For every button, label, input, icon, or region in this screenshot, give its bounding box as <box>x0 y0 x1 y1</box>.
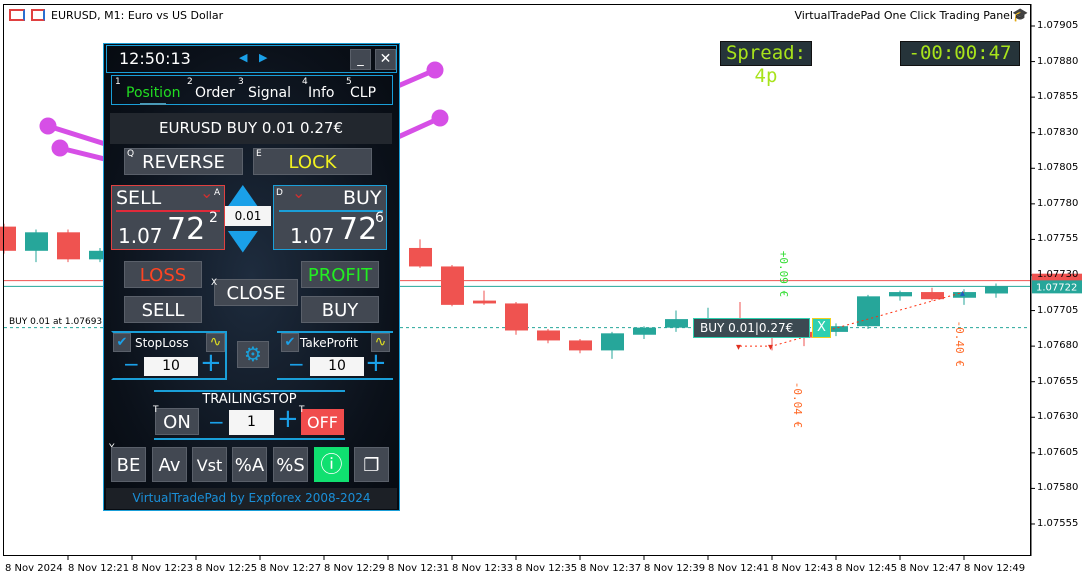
buy-label: BUY <box>343 187 382 209</box>
tab-position[interactable]: Position <box>126 85 181 101</box>
average-button[interactable]: Av <box>152 447 187 482</box>
takeprofit-input[interactable]: 10 <box>310 357 364 376</box>
takeprofit-checkbox[interactable]: ✔ <box>281 333 299 352</box>
stoploss-label: StopLoss <box>135 336 189 350</box>
tab-bar: 1 Position 2 Order 3 Signal 4 Info 5 CLP <box>111 75 393 105</box>
info-icon[interactable]: ⓘ <box>314 447 349 482</box>
sell-price-button[interactable]: SELL ⌄ A 1.07 72 2 <box>111 183 225 250</box>
vst-button[interactable]: Vst <box>192 447 227 482</box>
hotkey-t: T <box>153 405 159 415</box>
hotkey-a: A <box>214 188 221 198</box>
reverse-button[interactable]: REVERSE <box>124 148 243 175</box>
minimize-button[interactable]: _ <box>350 49 371 70</box>
lock-button[interactable]: LOCK <box>253 148 372 175</box>
tab-hotkey: 4 <box>302 77 308 87</box>
tab-hotkey: 3 <box>238 77 244 87</box>
sell-price-point: 2 <box>209 210 218 226</box>
trailing-plus-button[interactable]: + <box>277 404 299 434</box>
hotkey-x: X <box>211 278 218 288</box>
window-restore-icon[interactable]: ❐ <box>354 447 389 482</box>
hotkey-q: Q <box>127 149 135 159</box>
sell-label: SELL <box>116 187 162 209</box>
arrow-left-icon[interactable]: ◀ <box>239 51 247 64</box>
buy-button[interactable]: BUY <box>301 296 379 323</box>
clock: 12:50:13 <box>119 49 191 68</box>
loss-button[interactable]: LOSS <box>124 261 202 288</box>
buy-price-point: 6 <box>375 210 384 226</box>
percent-s-button[interactable]: %S <box>273 447 308 482</box>
buy-price-main: 1.07 <box>290 224 335 248</box>
takeprofit-plus-button[interactable]: + <box>365 350 387 376</box>
stoploss-input[interactable]: 10 <box>144 357 198 376</box>
lock-label: LOCK <box>288 152 337 173</box>
percent-a-button[interactable]: %A <box>232 447 267 482</box>
hotkey-t: T <box>299 405 305 415</box>
tab-info[interactable]: Info <box>308 85 335 101</box>
reverse-label: REVERSE <box>142 152 225 173</box>
profit-button[interactable]: PROFIT <box>301 261 379 288</box>
panel-footer: VirtualTradePad by Expforex 2008-2024 <box>106 488 397 509</box>
trailing-input[interactable]: 1 <box>229 410 274 435</box>
position-summary: EURUSD BUY 0.01 0.27€ <box>110 113 392 144</box>
takeprofit-minus-button[interactable]: − <box>288 354 305 374</box>
sell-price-pips: 72 <box>167 212 206 247</box>
sell-price-main: 1.07 <box>118 224 163 248</box>
stoploss-checkbox[interactable]: ✔ <box>113 333 131 352</box>
chevron-down-icon: ⌄ <box>292 183 306 202</box>
hotkey-d: D <box>276 188 283 198</box>
trailing-off-button[interactable]: OFF <box>301 409 344 435</box>
sell-button[interactable]: SELL <box>124 296 202 323</box>
buy-price-pips: 72 <box>339 212 378 247</box>
tab-hotkey: 1 <box>115 77 121 87</box>
arrow-right-icon[interactable]: ▶ <box>259 51 267 64</box>
close-button[interactable]: CLOSE <box>214 279 298 306</box>
settings-gear-icon[interactable]: ⚙ <box>237 341 269 368</box>
tab-clp[interactable]: CLP <box>350 85 376 101</box>
breakeven-button[interactable]: BE <box>111 447 146 482</box>
tab-active-indicator <box>140 103 166 105</box>
chevron-down-icon: ⌄ <box>200 183 214 202</box>
takeprofit-label: TakeProfit <box>300 336 358 350</box>
close-panel-button[interactable]: ✕ <box>375 49 396 70</box>
lot-up-arrow-icon[interactable]: ▲ <box>228 180 258 208</box>
stoploss-plus-button[interactable]: + <box>200 350 222 376</box>
trailingstop-label: TRAILINGSTOP <box>202 392 297 407</box>
hotkey-e: E <box>256 149 262 159</box>
virtual-trade-pad-panel: 12:50:13 ◀ ▶ _ ✕ 1 Position 2 Order 3 Si… <box>103 43 400 511</box>
lot-down-arrow-icon[interactable]: ▼ <box>228 226 258 254</box>
stoploss-minus-button[interactable]: − <box>123 354 140 374</box>
tab-order[interactable]: Order <box>195 85 235 101</box>
trailing-on-button[interactable]: ON <box>155 408 199 435</box>
trailing-minus-button[interactable]: − <box>208 410 225 434</box>
buy-price-button[interactable]: D ⌄ BUY 1.07 72 6 <box>273 183 387 250</box>
panel-header: 12:50:13 ◀ ▶ _ ✕ <box>106 45 397 73</box>
tab-signal[interactable]: Signal <box>248 85 291 101</box>
tab-hotkey: 2 <box>187 77 193 87</box>
